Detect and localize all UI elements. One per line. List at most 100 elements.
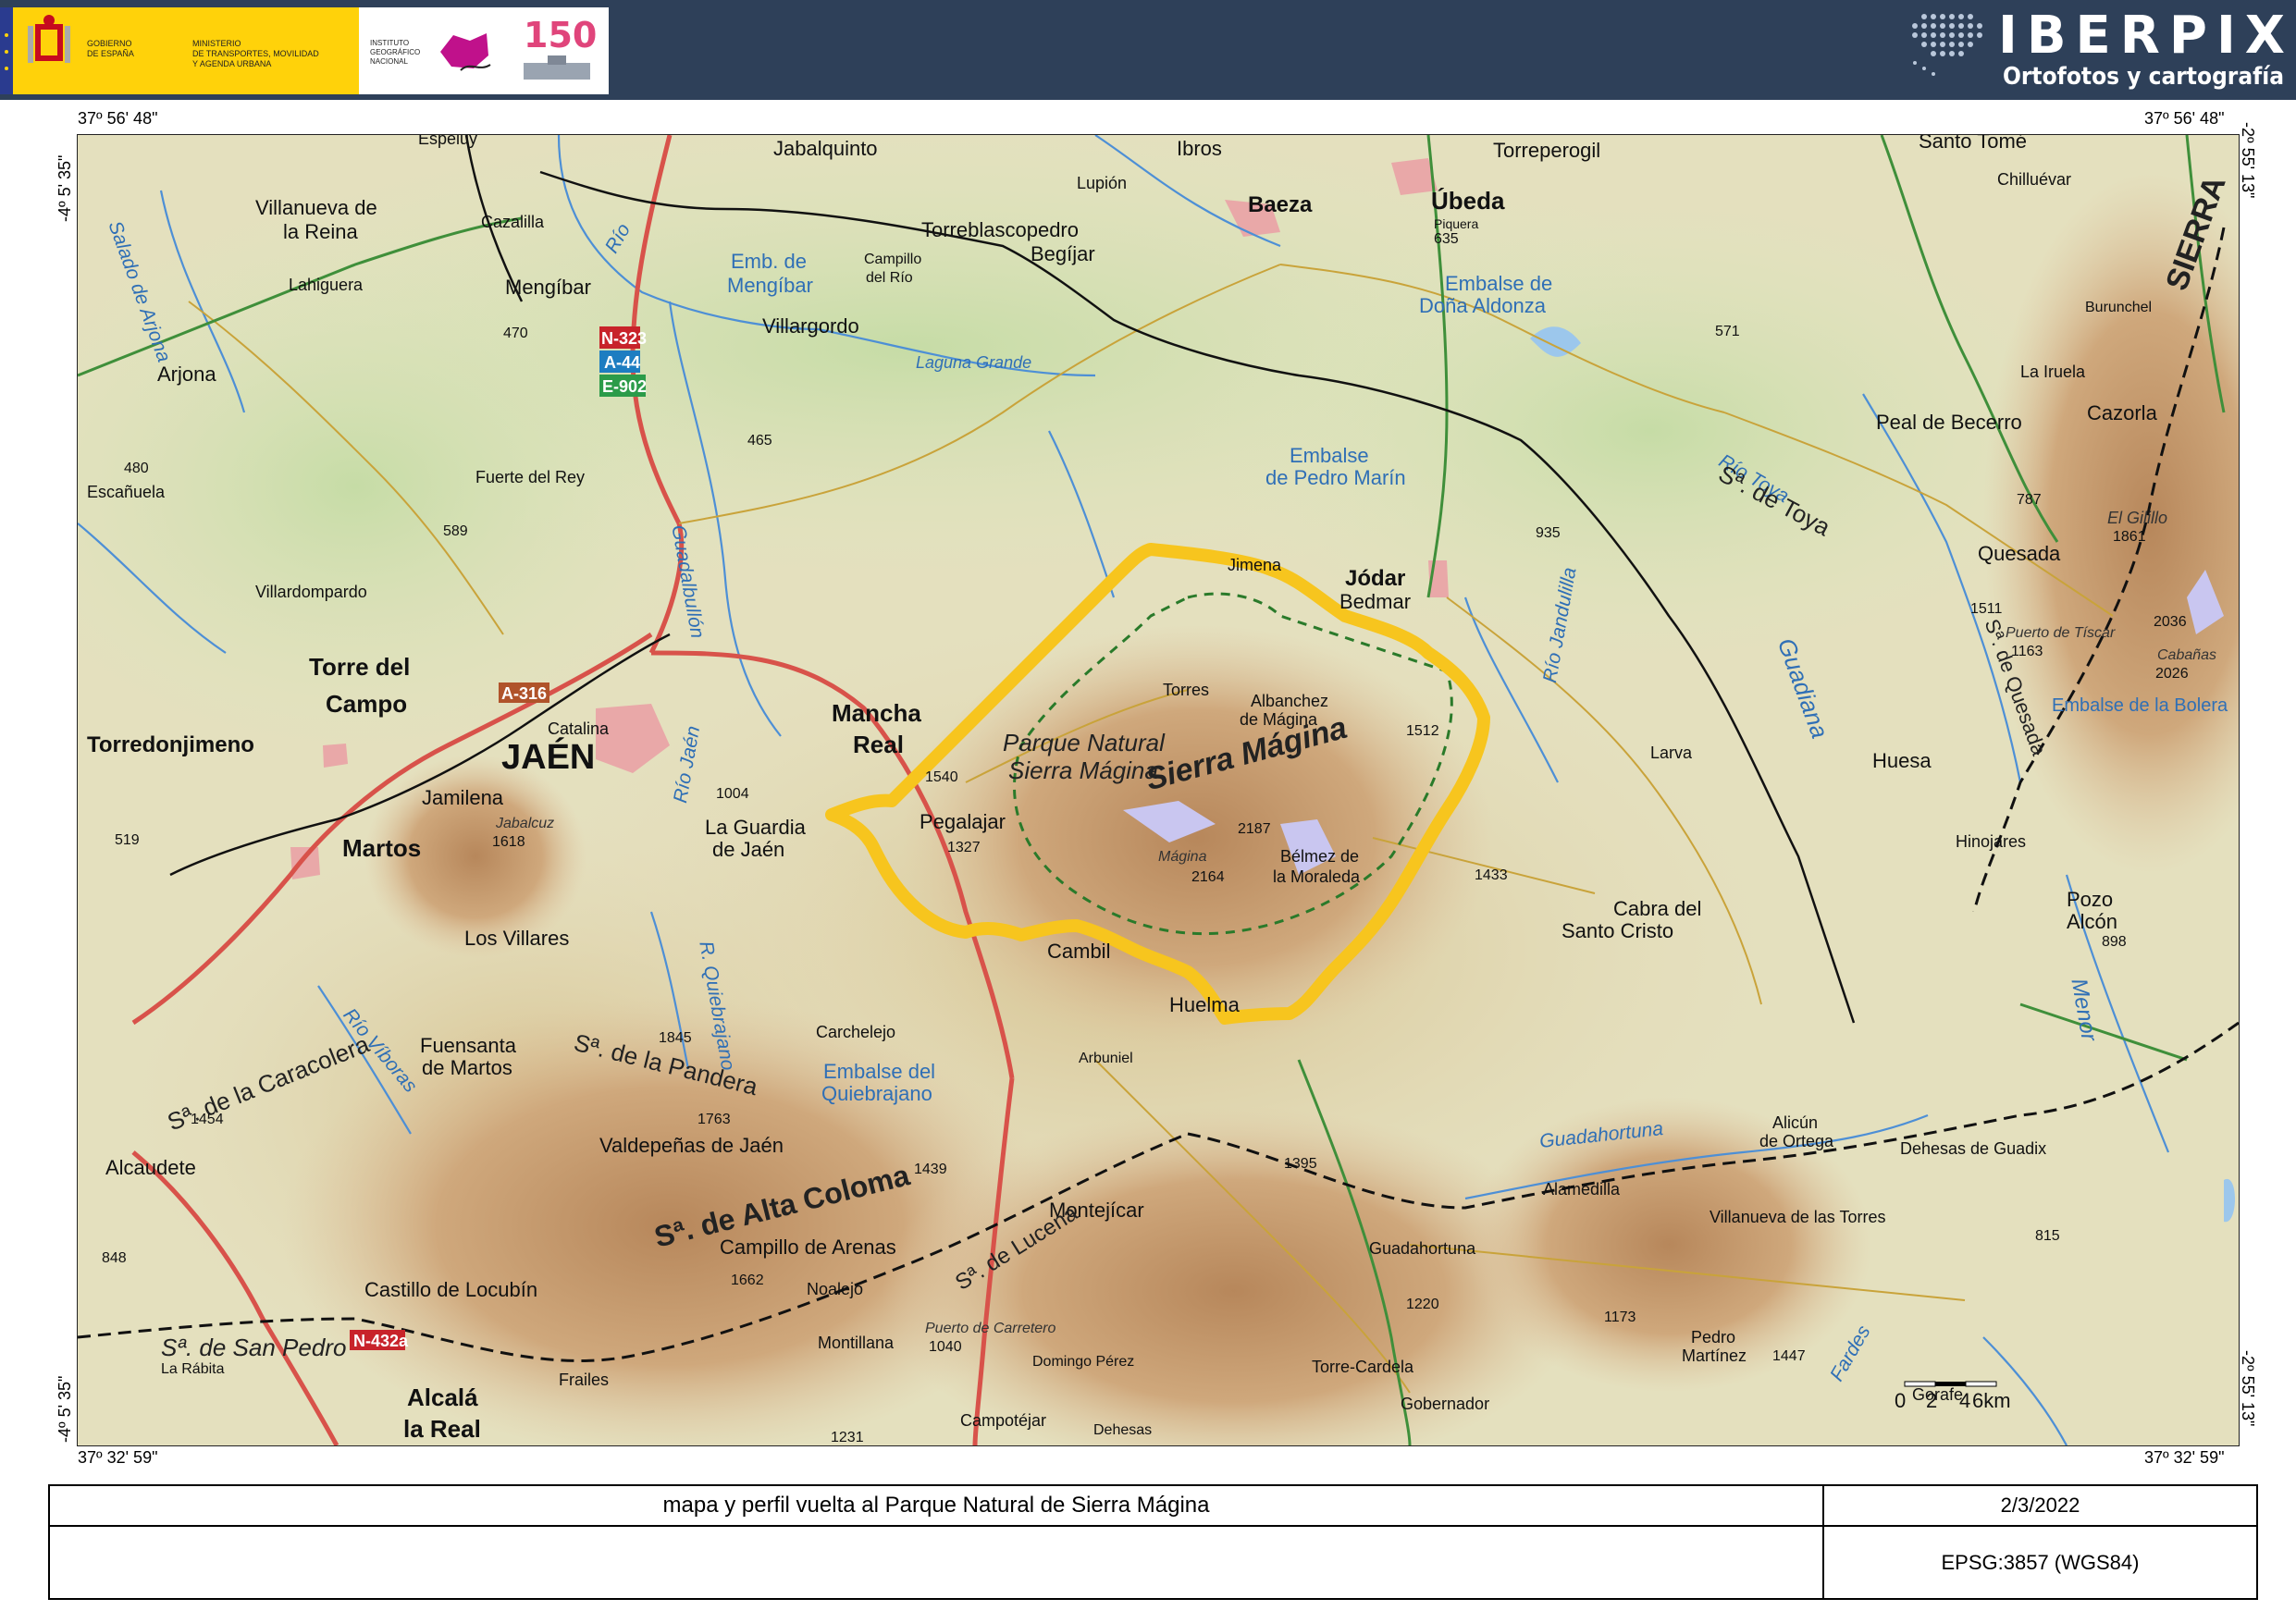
town-label: Albanchez: [1251, 692, 1329, 710]
peak-label: 635: [1434, 231, 1459, 247]
water-label: de Pedro Marín: [1265, 466, 1406, 489]
town-label: Begíjar: [1031, 242, 1095, 265]
town-label: la Reina: [283, 220, 358, 243]
town-label: Campillo de Arenas: [720, 1236, 896, 1259]
town-label: Dehesas: [1093, 1422, 1153, 1438]
ministry-logo: GOBIERNO DE ESPAÑA MINISTERIO DE TRANSPO…: [13, 7, 359, 94]
town-label: Carchelejo: [816, 1023, 896, 1041]
map-title: mapa y perfil vuelta al Parque Natural d…: [50, 1486, 1824, 1527]
scale-label: 2: [1926, 1389, 1938, 1412]
map-footer-table: mapa y perfil vuelta al Parque Natural d…: [48, 1484, 2258, 1600]
town-label: Martos: [342, 834, 422, 862]
town-label: Mengíbar: [505, 276, 591, 299]
institutional-logos: GOBIERNO DE ESPAÑA MINISTERIO DE TRANSPO…: [0, 7, 609, 94]
peak-label: 1433: [1475, 867, 1508, 883]
town-label: Guadahortuna: [1369, 1239, 1476, 1258]
town-label: Arjona: [157, 363, 216, 386]
water-label: Mengíbar: [727, 274, 813, 297]
town-label: Campotéjar: [960, 1411, 1047, 1430]
peak-label: 848: [102, 1250, 127, 1266]
peak-label: 2036: [2154, 614, 2187, 630]
coord-right-top: -2º 55' 13": [2239, 122, 2257, 199]
town-label: Alicún: [1772, 1113, 1819, 1132]
eu-flag-strip: [0, 7, 13, 94]
town-label: Lupión: [1077, 174, 1128, 192]
peak-label: 1454: [191, 1112, 224, 1127]
peak-label: 1439: [914, 1162, 947, 1177]
peak-name: Piquera: [1434, 216, 1479, 231]
town-label: Torreblascopedro: [921, 218, 1079, 241]
header-bar: GOBIERNO DE ESPAÑA MINISTERIO DE TRANSPO…: [0, 0, 2296, 100]
town-label: Arbuniel: [1079, 1051, 1133, 1066]
town-label: Montillana: [818, 1334, 895, 1352]
park-label: Sierra Mágina: [1008, 756, 1158, 784]
peak-name: Jabalcuz: [496, 816, 555, 831]
peak-label: 898: [2102, 934, 2127, 950]
town-label: Torre-Cardela: [1312, 1358, 1414, 1376]
town-label: Santo Tomé: [1919, 134, 2028, 153]
town-label: Lahiguera: [289, 276, 364, 294]
spain-coat-of-arms-icon: [28, 15, 70, 63]
town-label: La Iruela: [2020, 363, 2086, 381]
coord-top-left: 37º 56' 48": [78, 109, 158, 128]
town-label: Noalejo: [807, 1280, 864, 1298]
coord-top-right: 37º 56' 48": [2144, 109, 2225, 128]
town-label: Alamedilla: [1543, 1180, 1621, 1199]
peak-label: 589: [443, 523, 468, 539]
peak-label: 1618: [492, 834, 525, 850]
road-badge: N-432a: [353, 1332, 409, 1350]
map-projection: EPSG:3857 (WGS84): [1941, 1551, 2140, 1574]
water-label: Embalse: [1290, 444, 1369, 467]
town-label: La Rábita: [161, 1361, 225, 1377]
peak-label: 935: [1536, 525, 1561, 541]
town-label: Cabra del: [1613, 897, 1702, 920]
town-label: de Ortega: [1759, 1132, 1834, 1150]
peak-label: 1763: [697, 1112, 731, 1127]
water-label: Embalse de: [1445, 272, 1553, 295]
town-label: la Moraleda: [1273, 867, 1361, 886]
town-label: de Jaén: [712, 838, 785, 861]
water-label: Embalse del: [823, 1060, 936, 1083]
peak-name: Cabañas: [2157, 647, 2217, 663]
water-label: Laguna Grande: [916, 353, 1032, 372]
town-label: Cambil: [1047, 940, 1111, 963]
town-label: del Río: [866, 270, 913, 286]
town-label: Dehesas de Guadix: [1900, 1139, 2047, 1158]
coord-bottom-left: 37º 32' 59": [78, 1448, 158, 1467]
peak-label: 1512: [1406, 723, 1439, 739]
town-label: Fuerte del Rey: [475, 468, 586, 486]
town-label: Chilluévar: [1997, 170, 2072, 189]
topographic-map[interactable]: N-323 A-44 E-902 A-316 N-432a Jabalquint…: [77, 134, 2240, 1446]
town-label: Escañuela: [87, 483, 166, 501]
peak-name: Mágina: [1158, 849, 1207, 865]
peak-label: 470: [503, 326, 528, 341]
city-label: JAÉN: [501, 738, 596, 777]
town-label: Campillo: [864, 252, 922, 267]
town-label: Gobernador: [1401, 1395, 1490, 1413]
peak-name: Puerto de Tíscar: [2006, 625, 2116, 641]
town-label: La Guardia: [705, 816, 806, 839]
town-label: Villanueva de las Torres: [1710, 1208, 1886, 1226]
park-label: Parque Natural: [1003, 729, 1165, 756]
coord-left-bottom: -4º 5' 35": [56, 1375, 74, 1443]
road-badge: N-323: [601, 329, 648, 348]
peak-label: 815: [2035, 1228, 2060, 1244]
town-label: Valdepeñas de Jaén: [599, 1134, 784, 1157]
town-label: Huesa: [1872, 749, 1932, 772]
peak-label: 1004: [716, 786, 749, 802]
town-label: Jabalquinto: [773, 137, 878, 160]
water-label: Quiebrajano: [821, 1082, 932, 1105]
app-subtitle: Ortofotos y cartografía: [2003, 63, 2285, 91]
town-label: Pozo: [2067, 888, 2114, 911]
town-label: Martínez: [1682, 1346, 1747, 1365]
peak-label: 1173: [1604, 1309, 1636, 1325]
town-label: Torres: [1163, 681, 1210, 699]
range-label: Sª. de San Pedro: [161, 1334, 347, 1361]
town-label: Alcaudete: [105, 1156, 196, 1179]
town-label: Baeza: [1248, 192, 1313, 217]
app-title: IBERPIX: [1998, 6, 2294, 66]
town-label: Cazalilla: [481, 213, 545, 231]
peak-label: 1845: [659, 1030, 692, 1046]
scale-label: 6km: [1972, 1389, 2011, 1412]
town-label: Larva: [1650, 744, 1693, 762]
